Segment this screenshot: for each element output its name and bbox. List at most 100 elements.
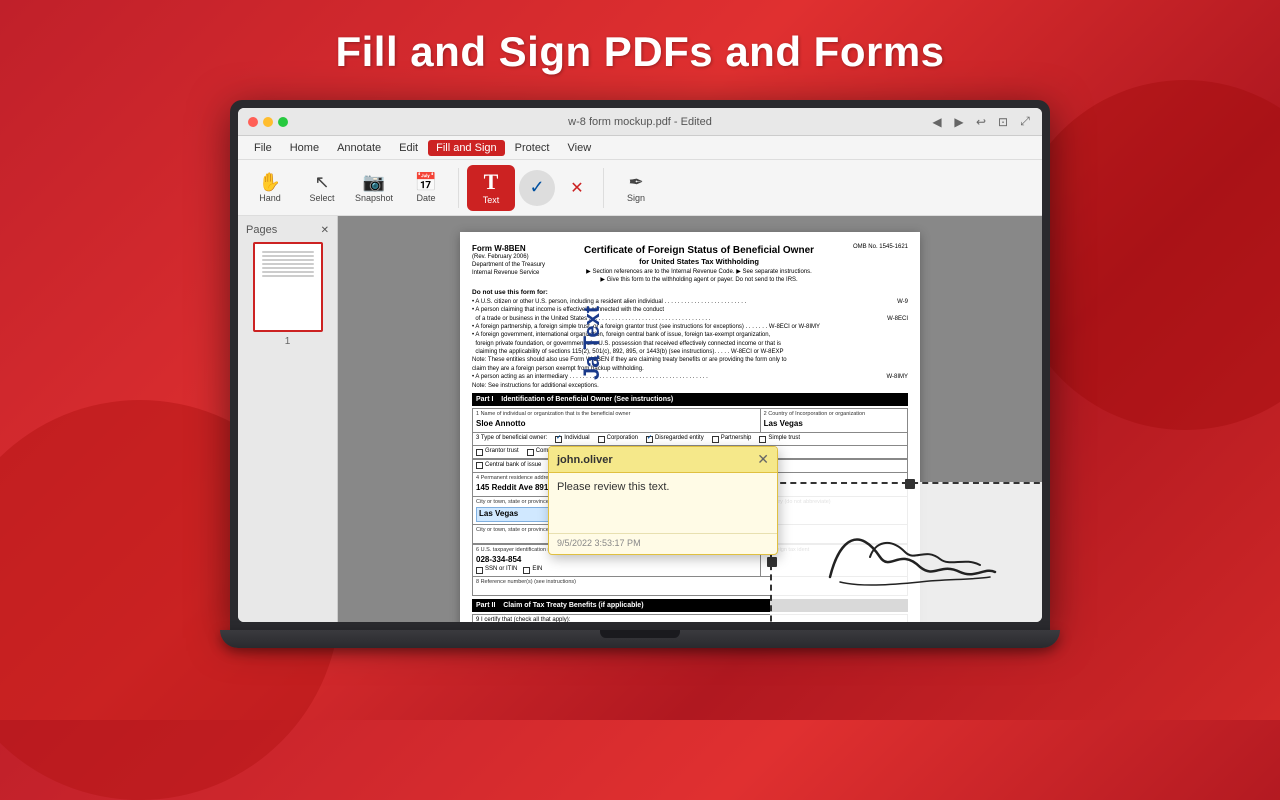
hand-tool-button[interactable]: ✋ Hand	[246, 165, 294, 211]
form-name-block: Form W-8BEN (Rev. February 2006) Departm…	[472, 244, 545, 278]
cb-grantor-label: Grantor trust	[485, 448, 519, 456]
cb-simple-trust[interactable]: Simple trust	[759, 435, 800, 443]
cb-ein[interactable]: EIN	[523, 566, 542, 574]
cross-tool-button[interactable]: ✕	[559, 170, 595, 206]
laptop-base	[220, 630, 1060, 648]
comment-close-button[interactable]: ✕	[757, 451, 769, 468]
cb-central-bank-label: Central bank of issue	[485, 462, 541, 470]
form-dept: Department of the Treasury	[472, 262, 545, 270]
cb-grantor[interactable]: Grantor trust	[476, 448, 519, 456]
thumb-line	[262, 251, 314, 253]
close-window-button[interactable]	[248, 117, 258, 127]
share-icon[interactable]: ⤢	[1018, 115, 1032, 129]
sign-icon: ✒	[628, 173, 643, 191]
country-field-value[interactable]: Las Vegas	[764, 419, 904, 429]
window-title: w-8 form mockup.pdf - Edited	[568, 116, 712, 128]
cb-ssn-itin-label: SSN or ITIN	[485, 566, 517, 574]
cb-partnership-box[interactable]	[712, 436, 719, 443]
form-header: Form W-8BEN (Rev. February 2006) Departm…	[472, 244, 908, 284]
cb-individual-box[interactable]: ✓	[555, 436, 562, 443]
snapshot-icon: 📷	[363, 173, 385, 191]
menu-protect[interactable]: Protect	[507, 140, 558, 156]
type-label: 3 Type of beneficial owner:	[476, 435, 547, 443]
cb-corporation-box[interactable]	[598, 436, 605, 443]
thumb-line	[262, 267, 314, 269]
bg-decoration-2	[1010, 80, 1280, 430]
form-irs: Internal Revenue Service	[472, 270, 545, 278]
cb-partnership[interactable]: Partnership	[712, 435, 752, 443]
thumb-line	[262, 271, 314, 273]
cb-ssn-itin[interactable]: SSN or ITIN	[476, 566, 517, 574]
date-tool-button[interactable]: 📅 Date	[402, 165, 450, 211]
cb-complex-box[interactable]	[527, 449, 534, 456]
cb-central-bank-box[interactable]	[476, 462, 483, 469]
text-tool-button[interactable]: T Text	[467, 165, 515, 211]
cross-icon: ✕	[570, 178, 583, 198]
minimize-window-button[interactable]	[263, 117, 273, 127]
cb-corporation[interactable]: Corporation	[598, 435, 638, 443]
form-row-type: 3 Type of beneficial owner: ✓ Individual…	[472, 432, 908, 446]
pdf-page: Ja Text Form W-8BEN (Rev. February 2006)…	[460, 232, 920, 622]
ssn-field-value[interactable]: 028-334-854	[476, 555, 757, 565]
cb-ein-box[interactable]	[523, 567, 530, 574]
title-bar: ◀ ▶ ↩ ⊡ ⤢ w-8 form mockup.pdf - Edited	[238, 108, 1042, 136]
thumb-line	[262, 259, 314, 261]
form-title-sub: for United States Tax Withholding	[553, 257, 845, 267]
cb-ssn-itin-box[interactable]	[476, 567, 483, 574]
comment-body[interactable]: Please review this text.	[549, 473, 777, 533]
checkmark-tool-button[interactable]: ✓	[519, 170, 555, 206]
date-icon: 📅	[415, 173, 437, 191]
sign-tool-button[interactable]: ✒ Sign	[612, 165, 660, 211]
cb-individual[interactable]: ✓ Individual	[555, 435, 589, 443]
select-tool-button[interactable]: ↖ Select	[298, 165, 346, 211]
signature-box[interactable]	[770, 482, 1042, 622]
close-sidebar-icon[interactable]: ✕	[321, 225, 329, 236]
laptop-shell: ◀ ▶ ↩ ⊡ ⤢ w-8 form mockup.pdf - Edited F…	[230, 100, 1050, 660]
window-controls	[248, 117, 288, 127]
app-window: ◀ ▶ ↩ ⊡ ⤢ w-8 form mockup.pdf - Edited F…	[238, 108, 1042, 622]
menu-annotate[interactable]: Annotate	[329, 140, 389, 156]
part1-header: Part I Identification of Beneficial Owne…	[472, 393, 908, 406]
grid-icon[interactable]: ⊡	[996, 115, 1010, 129]
cb-disregarded-label: Disregarded entity	[655, 435, 704, 443]
toolbar: ✋ Hand ↖ Select 📷 Snapshot 📅 Date	[238, 160, 1042, 216]
menu-file[interactable]: File	[246, 140, 280, 156]
form-title-main: Certificate of Foreign Status of Benefic…	[553, 244, 845, 257]
cb-disregarded[interactable]: ✓ Disregarded entity	[646, 435, 704, 443]
sidebar-header: Pages ✕	[246, 224, 329, 236]
do-not-use-section: Do not use this form for: • A U.S. citiz…	[472, 288, 908, 390]
menu-home[interactable]: Home	[282, 140, 327, 156]
snapshot-label: Snapshot	[355, 193, 393, 203]
snapshot-tool-button[interactable]: 📷 Snapshot	[350, 165, 398, 211]
forward-icon[interactable]: ▶	[952, 115, 966, 129]
menu-view[interactable]: View	[560, 140, 600, 156]
page-thumbnail-1[interactable]	[253, 242, 323, 332]
ja-text-annotation[interactable]: Ja Text	[578, 306, 607, 380]
cb-simple-trust-label: Simple trust	[768, 435, 800, 443]
menu-fill-sign[interactable]: Fill and Sign	[428, 140, 505, 156]
checkmark-icon: ✓	[529, 177, 544, 198]
maximize-window-button[interactable]	[278, 117, 288, 127]
undo-icon[interactable]: ↩	[974, 115, 988, 129]
cb-corporation-label: Corporation	[607, 435, 638, 443]
form-cell-country: 2 Country of Incorporation or organizati…	[761, 409, 907, 432]
pages-label: Pages	[246, 224, 277, 236]
form-revision: (Rev. February 2006)	[472, 254, 545, 262]
laptop-top: ◀ ▶ ↩ ⊡ ⤢ w-8 form mockup.pdf - Edited F…	[230, 100, 1050, 630]
back-icon[interactable]: ◀	[930, 115, 944, 129]
cb-grantor-box[interactable]	[476, 449, 483, 456]
thumb-inner	[258, 247, 318, 327]
pdf-content-area[interactable]: john.oliver ✕ Please review this text. 9…	[338, 216, 1042, 622]
thumb-line	[262, 263, 314, 265]
name-field-value[interactable]: Sloe Annotto	[476, 419, 757, 429]
cb-central-bank[interactable]: Central bank of issue	[476, 462, 541, 470]
menu-edit[interactable]: Edit	[391, 140, 426, 156]
form-section-ref: ▶ Section references are to the Internal…	[553, 269, 845, 285]
comment-author: john.oliver	[557, 454, 613, 466]
form-cell-name: 1 Name of individual or organization tha…	[473, 409, 761, 432]
form-row-1-2: 1 Name of individual or organization tha…	[472, 408, 908, 433]
cb-disregarded-box[interactable]: ✓	[646, 436, 653, 443]
hand-label: Hand	[259, 193, 281, 203]
toolbar-separator-1	[458, 168, 459, 208]
cb-simple-trust-box[interactable]	[759, 436, 766, 443]
